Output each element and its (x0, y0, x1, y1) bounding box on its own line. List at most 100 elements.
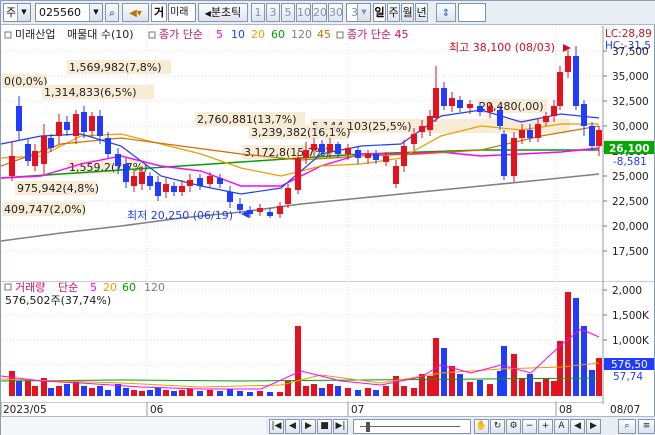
candle-body (123, 164, 129, 182)
speaker-button[interactable]: ◀▾ (122, 3, 149, 22)
legend-toggle-icon[interactable] (336, 31, 344, 39)
candle-body (105, 138, 111, 154)
left-arrow-button[interactable]: ◀ (570, 419, 585, 434)
hand-icon: ✋ (475, 421, 488, 431)
volume-bar (147, 390, 153, 396)
scroll-next-button[interactable]: ▶ (301, 419, 316, 434)
volume-bar (477, 380, 483, 396)
zoom-out-button[interactable]: − (522, 419, 537, 434)
candle-body (581, 104, 587, 126)
volume-bar (277, 392, 283, 396)
candle-body (257, 208, 263, 212)
market-select[interactable]: 주 ▼ (3, 3, 31, 22)
minute-3-button[interactable]: 3 (266, 3, 280, 22)
candle-body (147, 176, 153, 186)
minute-10-button[interactable]: 10 (296, 3, 311, 22)
volume-bar (217, 391, 223, 396)
zoom-slider[interactable] (353, 419, 471, 434)
right-arrow-button[interactable]: ▶ (586, 419, 601, 434)
ma-60: 60 (271, 28, 285, 41)
legend-toggle-icon[interactable] (148, 31, 156, 39)
minute-5-button[interactable]: 5 (281, 3, 295, 22)
period-week-button[interactable]: 주 (387, 3, 400, 22)
font-size-button[interactable]: A (554, 419, 569, 434)
options-icon: ≡ (642, 421, 651, 431)
period-intraday-button[interactable]: ◀분초틱 (198, 3, 248, 22)
search-button[interactable]: ⌕ (105, 3, 119, 22)
candle-body (311, 144, 317, 150)
updown-button[interactable]: ⇕ (436, 3, 456, 22)
volume-bar (487, 384, 493, 396)
volume-bar (355, 390, 361, 396)
candle-body (32, 151, 38, 166)
minute-1-button[interactable]: 1 (251, 3, 265, 22)
volume-bar (139, 391, 145, 396)
volume-legend: 거래량 단순 5 20 60 120 576,502주(37,74%) (4, 281, 165, 307)
refresh-button[interactable]: ↻ (490, 419, 505, 434)
volume-bar (581, 326, 587, 396)
minute-select[interactable]: 3 ▼ (346, 3, 371, 22)
period-year-button[interactable]: 년 (415, 3, 428, 22)
minute-30-button[interactable]: 30 (328, 3, 343, 22)
stock-code-input[interactable]: 025560 ▼ (35, 3, 103, 22)
candle-body (207, 176, 213, 184)
minus-icon: − (525, 421, 534, 431)
volume-profile-label: 2,760,881(13,7%) (197, 113, 297, 126)
toolbar-blank-field[interactable] (458, 3, 486, 22)
lc-value: LC:28,89 (605, 28, 652, 40)
slider-handle[interactable] (366, 422, 370, 432)
candle-body (227, 192, 233, 202)
candle-body (551, 106, 557, 116)
volume-chart[interactable]: 거래량 단순 5 20 60 120 576,502주(37,74%) 2,00… (1, 281, 655, 404)
legend-toggle-icon[interactable] (4, 283, 12, 291)
legend-toggle-icon[interactable] (4, 31, 12, 39)
date-label: 07 (351, 404, 364, 416)
ma-45: 45 (317, 28, 331, 41)
candle-body (467, 104, 473, 108)
period-month-button[interactable]: 월 (401, 3, 414, 22)
volume-profile-label: 1,314,833(6,5%) (44, 86, 137, 99)
volume-profile-label: 1,569,982(7,8%) (69, 61, 162, 74)
candle-body (155, 182, 161, 196)
period-day-button[interactable]: 일 (373, 3, 386, 22)
stop-icon: ■ (320, 421, 329, 431)
price-legend: 미래산업 매물대 수(10) 종가 단순 5 10 20 60 120 45 종… (4, 28, 408, 41)
chevron-down-icon[interactable]: ▼ (17, 4, 30, 21)
candle-body (277, 206, 283, 214)
zoom-in-button[interactable]: + (538, 419, 553, 434)
candle-body (131, 176, 137, 186)
options-button[interactable]: ≡ (638, 419, 655, 434)
stock-name: 미래산업 (15, 28, 55, 41)
scroll-first-button[interactable]: |◀ (269, 419, 284, 434)
volume-bar (295, 326, 301, 396)
volume-bar (535, 382, 541, 396)
volume-profile-label: 0(0,0%) (4, 75, 48, 88)
scroll-prev-button[interactable]: ◀ (285, 419, 300, 434)
volume-bar (557, 341, 563, 396)
settings-button[interactable]: ⚙ (506, 419, 521, 434)
hand-button[interactable]: ✋ (474, 419, 489, 434)
minute-20-button[interactable]: 20 (312, 3, 327, 22)
scroll-last-button[interactable]: ▶| (333, 419, 348, 434)
volume-bar (519, 378, 525, 396)
vol-ma-5: 5 (90, 281, 97, 294)
candle-body (56, 122, 62, 136)
chevron-down-icon[interactable]: ▼ (357, 4, 370, 21)
volume-bar (393, 376, 399, 396)
candle-body (501, 134, 507, 176)
mode-label[interactable]: 미래 (168, 3, 196, 22)
change-value: -8,581 (613, 156, 647, 168)
ma2-label: 종가 단순 45 (347, 28, 408, 41)
volume-bar (155, 388, 161, 396)
volume-bar (227, 389, 233, 396)
mode-button[interactable]: 거 (151, 3, 167, 22)
candle-body (511, 138, 517, 176)
stop-button[interactable]: ■ (317, 419, 332, 434)
chevron-down-icon[interactable]: ▼ (89, 4, 102, 21)
price-tick-label: 35,000 (612, 71, 649, 83)
zoom-fit-button[interactable]: ⌕ (618, 419, 636, 434)
candle-body (163, 184, 169, 192)
price-chart[interactable]: 0(0,0%)1,569,982(7,8%)1,314,833(6,5%)5,1… (1, 26, 655, 281)
date-label-current: 08/07 (610, 404, 640, 416)
volume-bar (527, 374, 533, 396)
